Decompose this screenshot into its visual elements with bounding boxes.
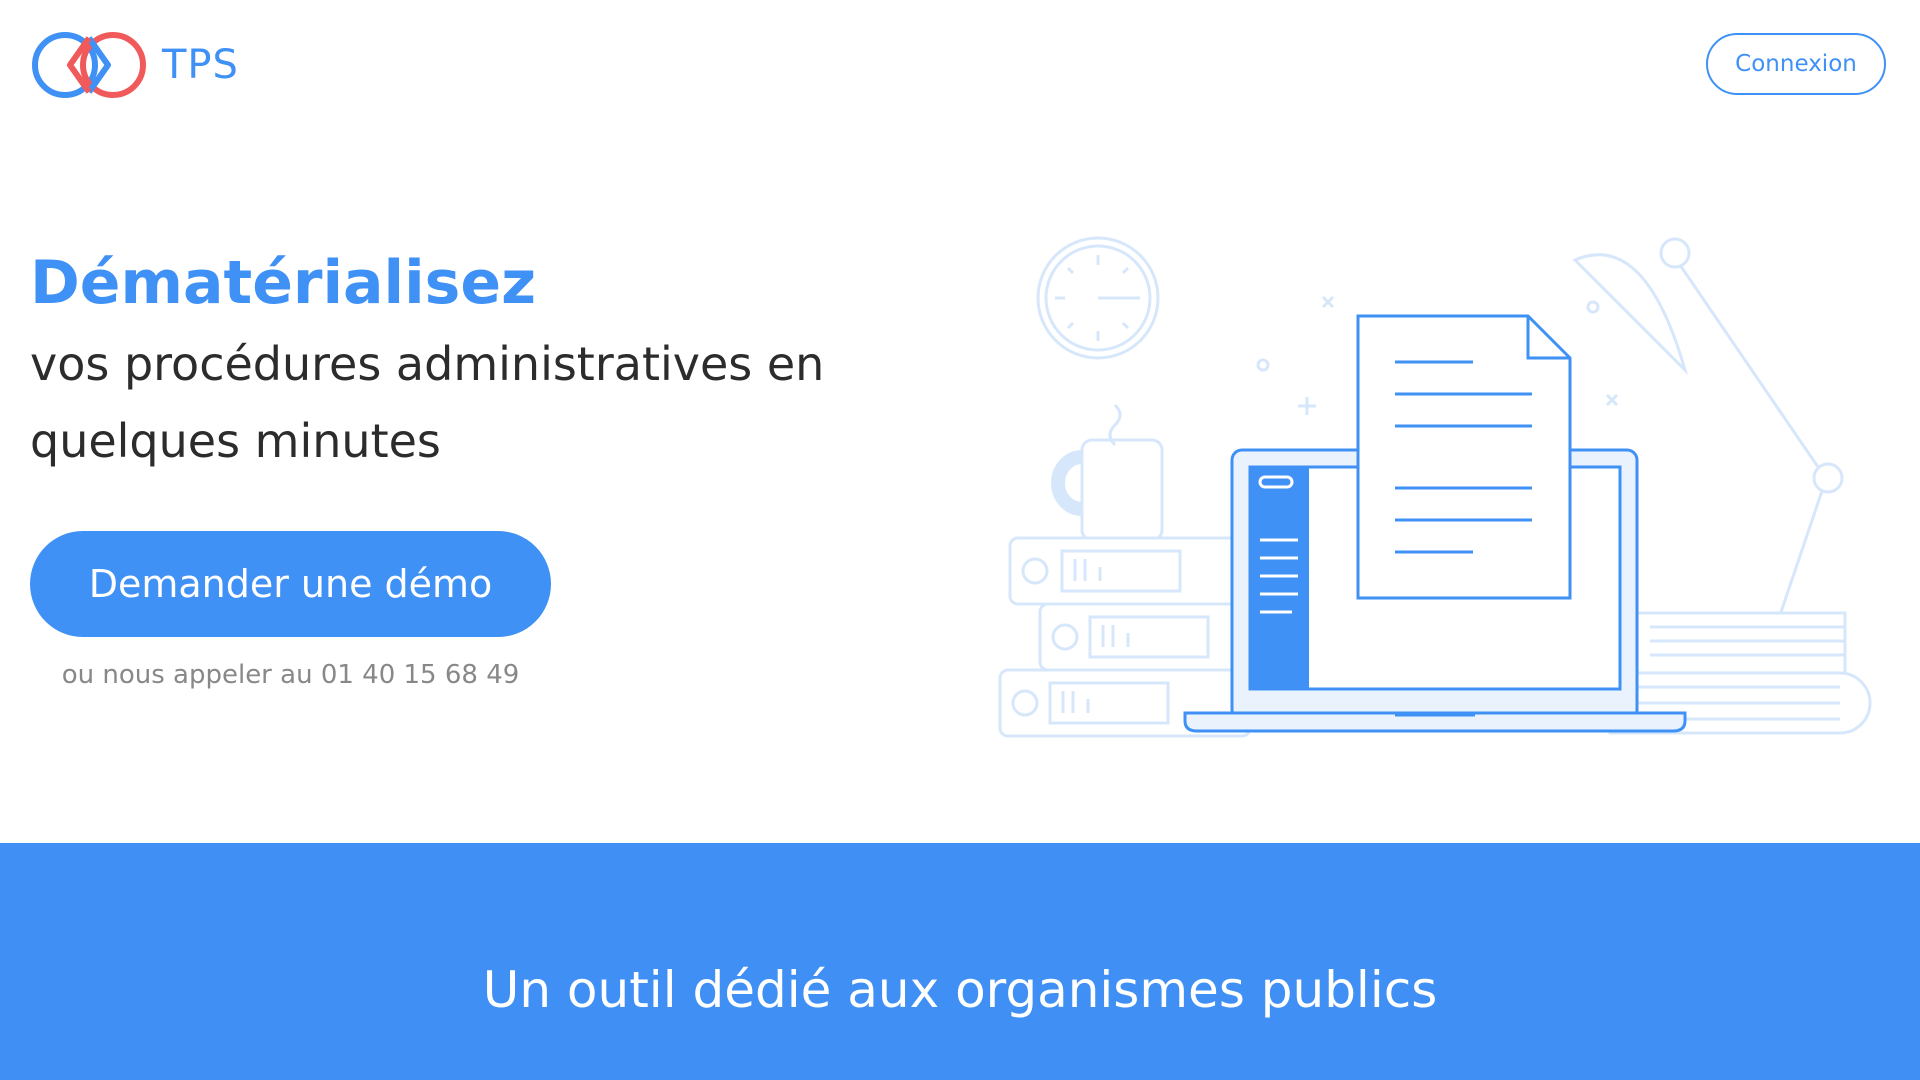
section-title: Un outil dédié aux organismes publics [482, 961, 1438, 1019]
hero-subtitle: vos procédures administratives en quelqu… [30, 337, 825, 468]
login-button[interactable]: Connexion [1706, 33, 1886, 95]
binders-icon [998, 536, 1262, 738]
tps-infinity-logo-icon [30, 28, 150, 102]
hero-title: Dématérialisez [30, 248, 536, 318]
request-demo-button[interactable]: Demander une démo [30, 531, 551, 637]
logo-link[interactable]: TPS [30, 28, 239, 102]
clock-icon [1036, 236, 1160, 360]
brand-name: TPS [162, 42, 239, 88]
phone-text: ou nous appeler au 01 40 15 68 49 [61, 660, 520, 690]
document-icon [1356, 314, 1572, 600]
coffee-mug-icon [1051, 403, 1164, 542]
landing-page: TPS Connexion Dématérialisez vos procédu… [0, 0, 1920, 1080]
hero-illustration [990, 225, 1890, 745]
